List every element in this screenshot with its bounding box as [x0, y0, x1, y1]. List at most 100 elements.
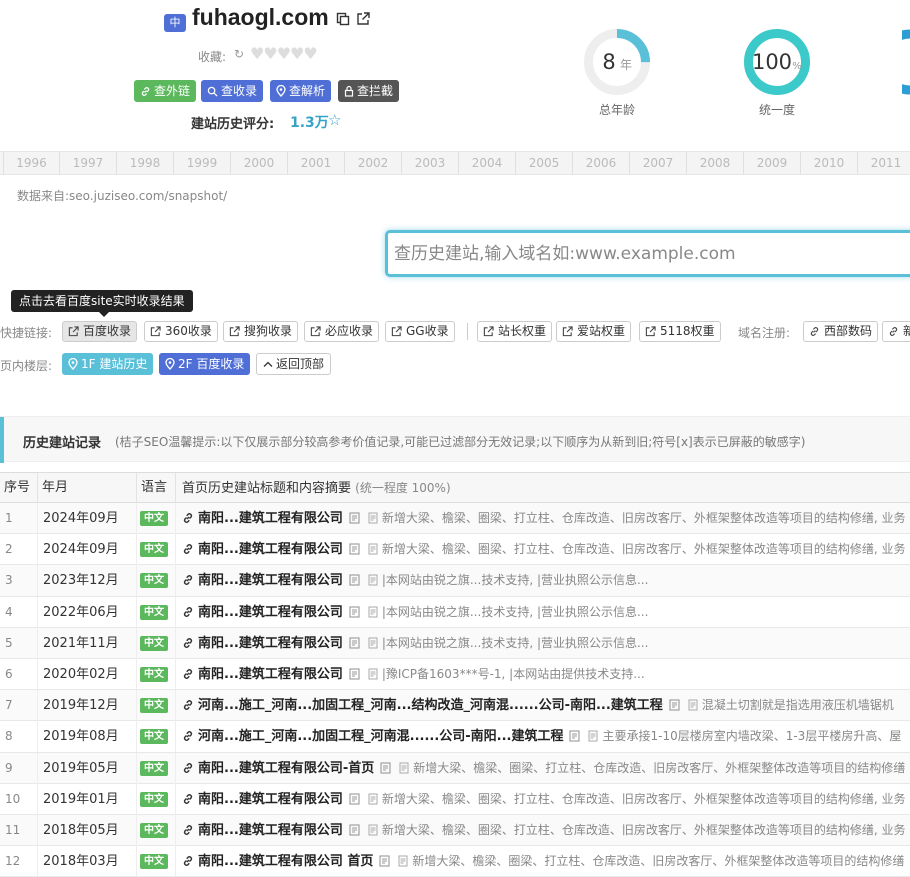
- year-item[interactable]: 2007: [630, 152, 687, 174]
- language-tag: 中文: [140, 573, 168, 589]
- floor-2-baidu-button[interactable]: 2F 百度收录: [159, 353, 251, 375]
- row-description: 新增大梁、檐梁、圈梁、打立柱、仓库改造、旧房改客厅、外框架整体改造等项目的结构修…: [381, 511, 906, 525]
- 5118-weight-link[interactable]: 5118权重: [639, 321, 721, 342]
- quick-links-label: 快捷链接:: [0, 326, 53, 340]
- year-item[interactable]: 2002: [345, 152, 402, 174]
- year-item[interactable]: 2010: [801, 152, 858, 174]
- bing-index-link[interactable]: 必应收录: [304, 321, 380, 342]
- link-icon: [183, 731, 193, 742]
- header-no: 序号: [0, 473, 38, 503]
- year-item[interactable]: 2005: [516, 152, 573, 174]
- row-description: 新增大梁、檐梁、圈梁、打立柱、仓库改造、旧房改客厅、外框架整体改造等项目的结构修…: [381, 791, 906, 806]
- refresh-icon[interactable]: ↻: [234, 47, 244, 61]
- 360-index-link[interactable]: 360收录: [144, 321, 218, 342]
- table-row: 5 2021年11月 中文 南阳...建筑工程有限公司 |本网站由锐之旗...技术支持,…: [0, 627, 910, 659]
- button-label: 查解析: [289, 84, 326, 98]
- check-index-button[interactable]: 查收录: [201, 80, 264, 102]
- registrar-link[interactable]: 新: [882, 321, 910, 342]
- row-title-cell: 南阳...建筑工程有限公司 新增大梁、檐梁、圈梁、打立柱、仓库改造、旧房改客厅、外…: [176, 784, 910, 815]
- language-tag: 中文: [140, 822, 168, 838]
- row-number: 4: [0, 596, 38, 628]
- back-to-top-button[interactable]: 返回顶部: [256, 353, 332, 375]
- snapshot-icon[interactable]: [349, 637, 360, 649]
- snapshot-icon[interactable]: [349, 668, 360, 680]
- year-item[interactable]: 1999: [174, 152, 231, 174]
- row-title-link[interactable]: 南阳...建筑工程有限公司: [198, 667, 343, 682]
- year-item[interactable]: 2009: [744, 152, 801, 174]
- language-tag: 中文: [140, 729, 168, 745]
- row-title-link[interactable]: 南阳...建筑工程有限公司: [198, 636, 343, 651]
- section-note: (桔子SEO温馨提示:以下仅展示部分较高参考价值记录,可能已过滤部分无效记录;以…: [115, 435, 806, 449]
- snapshot-icon[interactable]: [349, 543, 360, 555]
- document-icon: [368, 512, 378, 524]
- check-backlinks-button[interactable]: 查外链: [134, 80, 197, 102]
- row-language: 中文: [137, 752, 176, 784]
- row-title-link[interactable]: 河南...施工_河南...加固工程_河南混......公司-南阳...建筑工程: [198, 729, 563, 744]
- domain-register-label: 域名注册:: [738, 326, 791, 340]
- floor-1-history-button[interactable]: 1F 建站历史: [62, 353, 154, 375]
- row-language: 中文: [137, 596, 176, 628]
- registrar-link[interactable]: 西部数码: [803, 321, 879, 342]
- check-block-button[interactable]: 查拦截: [338, 80, 400, 102]
- row-title-link[interactable]: 南阳...建筑工程有限公司: [198, 511, 343, 526]
- row-number: 8: [0, 721, 38, 753]
- snapshot-icon[interactable]: [380, 761, 391, 774]
- year-item[interactable]: 2011: [858, 152, 910, 174]
- snapshot-icon[interactable]: [349, 606, 360, 618]
- row-title-link[interactable]: 南阳...建筑工程有限公司: [198, 792, 343, 807]
- snapshot-icon[interactable]: [349, 824, 360, 836]
- table-body: 1 2024年09月 中文 南阳...建筑工程有限公司 新增大梁、檐梁、圈梁、打立柱、仓…: [0, 503, 910, 877]
- year-item[interactable]: 1997: [60, 152, 117, 174]
- language-tag: 中文: [140, 854, 168, 870]
- sogou-index-link[interactable]: 搜狗收录: [223, 321, 299, 342]
- snapshot-icon[interactable]: [569, 730, 581, 742]
- check-dns-button[interactable]: 查解析: [270, 80, 332, 102]
- favorite-hearts[interactable]: ♥♥♥♥♥: [250, 44, 318, 63]
- year-item[interactable]: 2001: [288, 152, 345, 174]
- chinaz-weight-link[interactable]: 站长权重: [477, 321, 553, 342]
- year-item[interactable]: 2000: [231, 152, 288, 174]
- table-row: 8 2019年08月 中文 河南...施工_河南...加固工程_河南混......公司…: [0, 721, 910, 753]
- snapshot-icon[interactable]: [379, 855, 390, 867]
- year-item[interactable]: 2008: [687, 152, 744, 174]
- external-link-icon: [391, 326, 402, 337]
- row-date: 2019年05月: [38, 752, 137, 784]
- row-description: 主要承接1-10层楼房室内墙改梁、1-3层平楼房升高、屋: [602, 729, 902, 744]
- domain-header: 中 fuhaogl.com 收藏: ↻ ♥♥♥♥♥ 查外链 查收录 查解析 查拦…: [0, 0, 910, 150]
- copy-icon[interactable]: [336, 12, 350, 26]
- row-language: 中文: [137, 783, 176, 815]
- star-icon[interactable]: ☆: [328, 111, 341, 129]
- row-date: 2022年06月: [38, 596, 137, 628]
- document-icon: [398, 855, 408, 867]
- row-title-cell: 南阳...建筑工程有限公司 |本网站由锐之旗...技术支持, |营业执照公示信息.…: [176, 597, 910, 628]
- history-search-input[interactable]: [388, 233, 910, 274]
- year-item[interactable]: 1998: [117, 152, 174, 174]
- row-title-link[interactable]: 河南...施工_河南...加固工程_河南...结构改造_河南混......公司-…: [198, 698, 663, 713]
- row-title-link[interactable]: 南阳...建筑工程有限公司: [198, 605, 343, 620]
- external-link-icon: [229, 326, 240, 337]
- snapshot-icon[interactable]: [349, 512, 360, 524]
- year-item[interactable]: 2006: [573, 152, 630, 174]
- row-date: 2019年01月: [38, 783, 137, 815]
- uniformity-value: 100: [752, 50, 792, 74]
- row-language: 中文: [137, 814, 176, 846]
- snapshot-icon[interactable]: [349, 793, 360, 805]
- google-index-link[interactable]: GG收录: [385, 321, 455, 342]
- favorites-label: 收藏:: [198, 50, 227, 64]
- document-icon: [368, 637, 378, 649]
- snapshot-icon[interactable]: [669, 699, 680, 711]
- row-title-link[interactable]: 南阳...建筑工程有限公司: [198, 573, 343, 588]
- baidu-index-link[interactable]: 百度收录: [62, 321, 138, 342]
- row-title-link[interactable]: 南阳...建筑工程有限公司 首页: [198, 854, 373, 869]
- row-title-link[interactable]: 南阳...建筑工程有限公司: [198, 542, 343, 557]
- table-row: 10 2019年01月 中文 南阳...建筑工程有限公司 新增大梁、檐梁、圈梁、打立柱、…: [0, 783, 910, 815]
- year-item[interactable]: 2004: [459, 152, 516, 174]
- row-title-link[interactable]: 南阳...建筑工程有限公司-首页: [198, 761, 374, 776]
- snapshot-icon[interactable]: [349, 574, 360, 586]
- aizhan-weight-link[interactable]: 爱站权重: [556, 321, 632, 342]
- year-item[interactable]: 2003: [402, 152, 459, 174]
- external-link-icon[interactable]: [356, 12, 370, 26]
- row-title-link[interactable]: 南阳...建筑工程有限公司: [198, 823, 343, 838]
- row-title-cell: 南阳...建筑工程有限公司 新增大梁、檐梁、圈梁、打立柱、仓库改造、旧房改客厅、外…: [176, 534, 910, 565]
- year-item[interactable]: 1996: [3, 152, 60, 174]
